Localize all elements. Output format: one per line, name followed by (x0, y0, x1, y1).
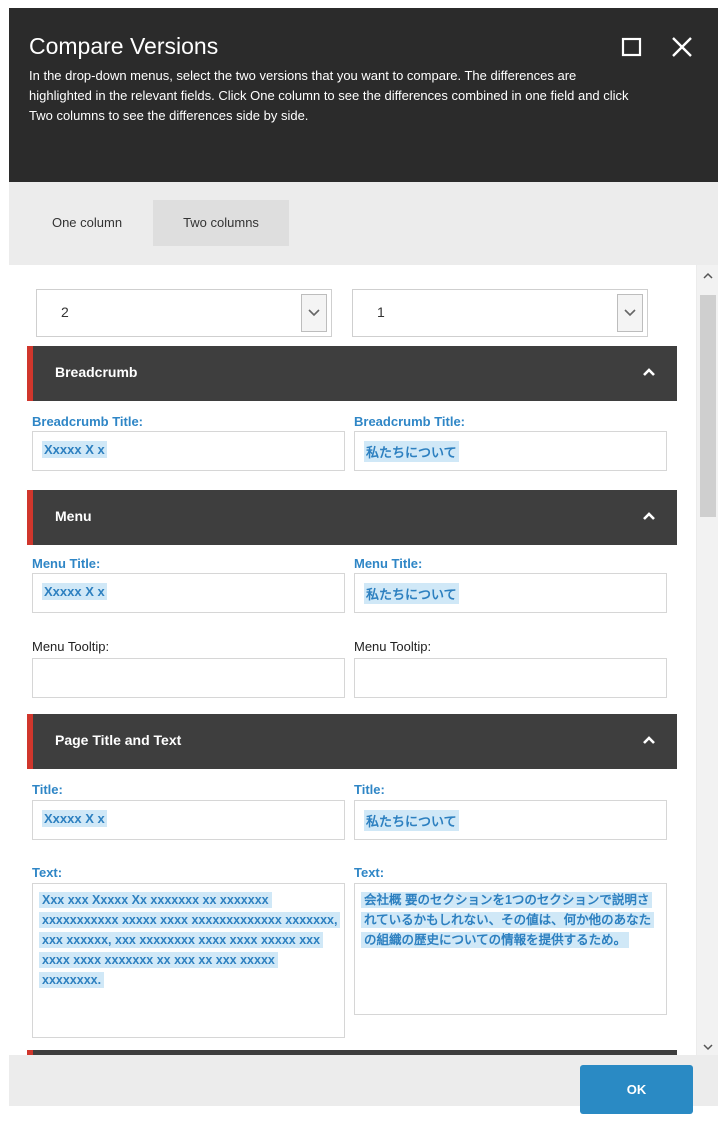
section-title: Breadcrumb (55, 364, 138, 380)
left-version-value: 2 (61, 304, 69, 320)
maximize-button[interactable] (615, 30, 649, 64)
section-header-breadcrumb[interactable]: Breadcrumb (27, 346, 677, 401)
chevron-up-icon (643, 368, 655, 376)
scroll-down-icon[interactable] (702, 1041, 714, 1053)
chevron-up-icon (643, 736, 655, 744)
section-accent-bar (27, 1050, 33, 1055)
left-version-select[interactable]: 2 (36, 289, 332, 337)
section-accent-bar (27, 346, 33, 401)
dialog-description: In the drop-down menus, select the two v… (29, 68, 629, 123)
menu-tooltip-right-field[interactable] (354, 658, 667, 698)
chevron-down-icon (617, 294, 643, 332)
scrollbar-thumb[interactable] (700, 295, 716, 517)
field-label-left: Menu Title: (32, 556, 101, 571)
field-label-left: Menu Tooltip: (32, 639, 110, 654)
maximize-icon (621, 37, 642, 57)
field-label-right: Text: (354, 865, 385, 880)
right-version-select[interactable]: 1 (352, 289, 648, 337)
section-accent-bar (27, 714, 33, 769)
chevron-up-icon (643, 512, 655, 520)
diff-highlight: Xxxxx X x (42, 810, 107, 827)
field-label-right: Menu Title: (354, 556, 423, 571)
close-button[interactable] (665, 30, 699, 64)
diff-highlight: 私たちについて (364, 810, 459, 831)
diff-highlight-text: 会社概 要のセクションを1つのセクションで説明されているかもしれない、その値は、… (361, 892, 655, 948)
tab-two-columns[interactable]: Two columns (153, 200, 289, 246)
menu-title-left-field[interactable]: Xxxxx X x (32, 573, 345, 613)
right-version-value: 1 (377, 304, 385, 320)
menu-title-right-field[interactable]: 私たちについて (354, 573, 667, 613)
diff-highlight: 私たちについて (364, 441, 459, 462)
ok-button[interactable]: OK (580, 1065, 693, 1114)
scrollbar[interactable] (697, 265, 718, 1055)
text-left-field[interactable]: Xxx xxx Xxxxx Xx xxxxxxx xx xxxxxxx xxxx… (32, 883, 345, 1038)
compare-versions-dialog: Compare Versions In the drop-down menus,… (9, 8, 718, 1106)
title-right-field[interactable]: 私たちについて (354, 800, 667, 840)
menu-tooltip-left-field[interactable] (32, 658, 345, 698)
field-label-left: Text: (32, 865, 63, 880)
section-title: Page Title and Text (55, 732, 182, 748)
chevron-down-icon (301, 294, 327, 332)
diff-highlight: Xxxxx X x (42, 441, 107, 458)
diff-highlight: 会社概 要のセクションを1つのセクションで説明されているかもしれない、その値は、… (361, 890, 660, 950)
section-accent-bar (27, 490, 33, 545)
title-left-field[interactable]: Xxxxx X x (32, 800, 345, 840)
section-title: Menu (55, 508, 92, 524)
field-label-right: Menu Tooltip: (354, 639, 432, 654)
comparison-content: 2 1 Breadcrumb Breadcrumb Title: Breadcr… (9, 265, 696, 1055)
section-header-page-title-and-text[interactable]: Page Title and Text (27, 714, 677, 769)
diff-highlight: 私たちについて (364, 583, 459, 604)
diff-highlight: Xxxxx X x (42, 583, 107, 600)
dialog-title: Compare Versions (29, 33, 219, 59)
section-header-next[interactable] (27, 1050, 677, 1055)
breadcrumb-title-left-field[interactable]: Xxxxx X x (32, 431, 345, 471)
diff-highlight-text: Xxx xxx Xxxxx Xx xxxxxxx xx xxxxxxx xxxx… (39, 892, 341, 988)
field-label-left: Breadcrumb Title: (32, 414, 144, 429)
text-right-field[interactable]: 会社概 要のセクションを1つのセクションで説明されているかもしれない、その値は、… (354, 883, 667, 1015)
close-icon (672, 37, 692, 57)
tab-one-column[interactable]: One column (27, 200, 147, 246)
diff-highlight: Xxx xxx Xxxxx Xx xxxxxxx xx xxxxxxx xxxx… (39, 890, 341, 990)
breadcrumb-title-right-field[interactable]: 私たちについて (354, 431, 667, 471)
section-header-menu[interactable]: Menu (27, 490, 677, 545)
scroll-up-icon[interactable] (702, 270, 714, 282)
dialog-header: Compare Versions In the drop-down menus,… (9, 8, 718, 182)
field-label-right: Title: (354, 782, 385, 797)
field-label-right: Breadcrumb Title: (354, 414, 466, 429)
field-label-left: Title: (32, 782, 63, 797)
